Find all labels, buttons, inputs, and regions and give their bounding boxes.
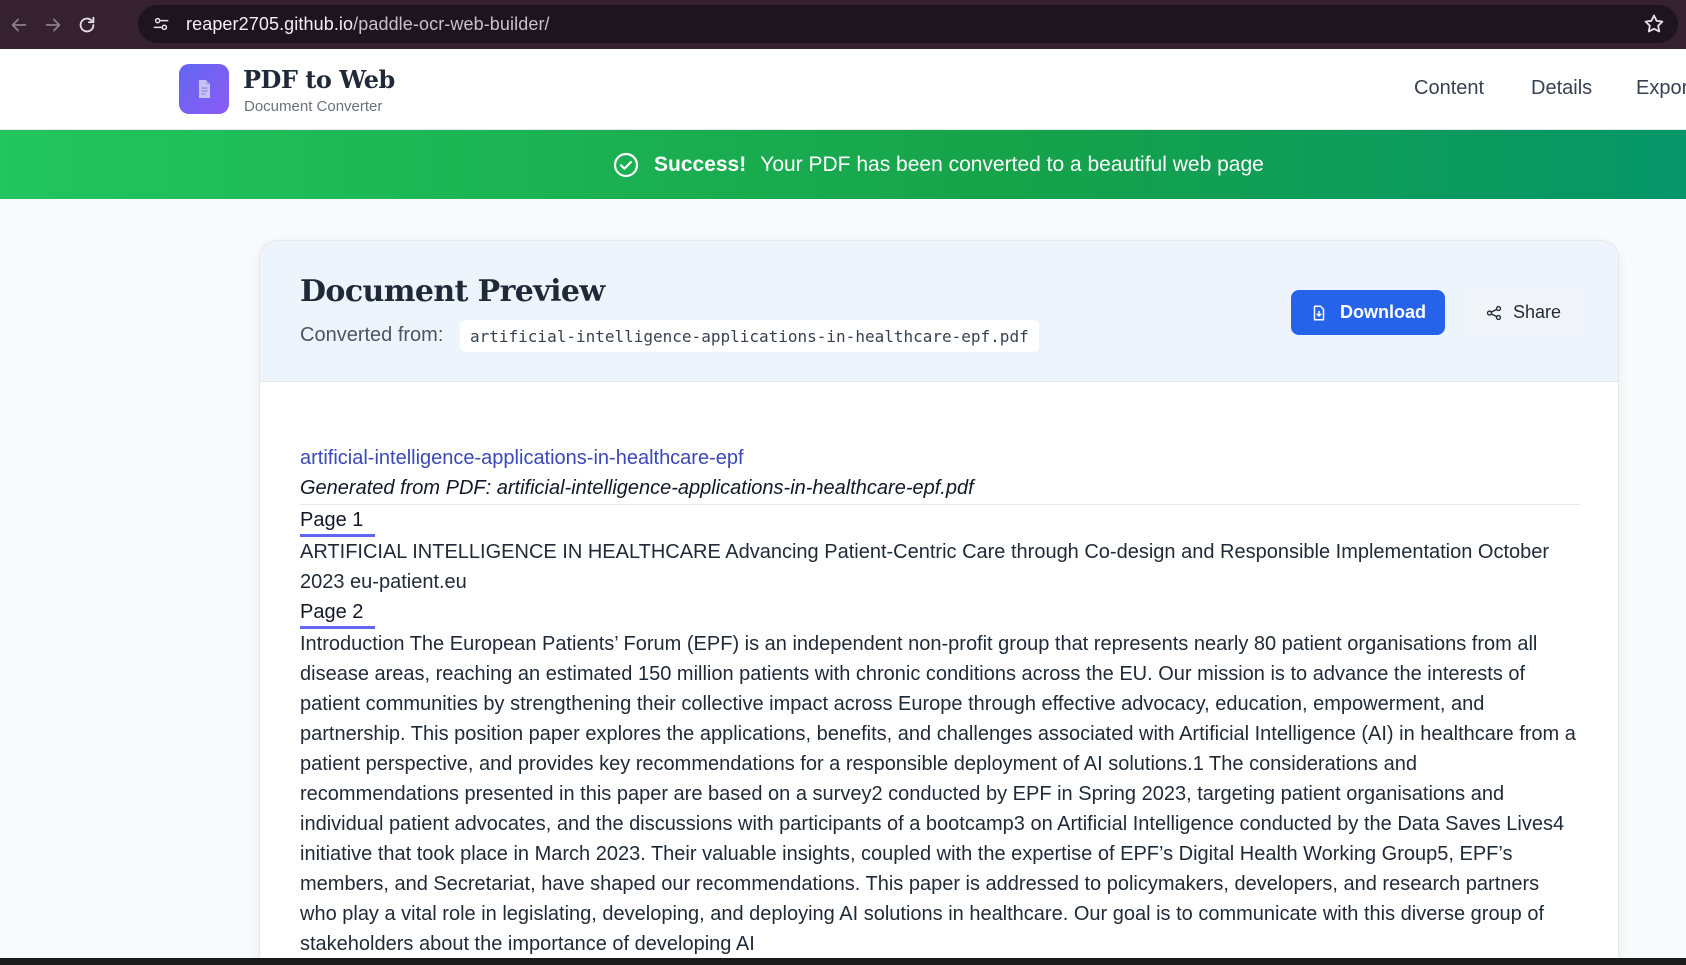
url-host: reaper2705.github.io	[186, 13, 354, 34]
preview-header: Document Preview Converted from: artific…	[260, 241, 1618, 382]
app-header: PDF to Web Document Converter Content De…	[0, 49, 1686, 130]
source-filename: artificial-intelligence-applications-in-…	[460, 320, 1039, 352]
page-heading: Page 2	[300, 599, 376, 629]
reload-button[interactable]	[72, 10, 102, 40]
reload-icon	[79, 16, 95, 32]
url-text: reaper2705.github.io/paddle-ocr-web-buil…	[186, 14, 550, 35]
preview-title: Document Preview	[300, 274, 605, 309]
browser-toolbar: reaper2705.github.io/paddle-ocr-web-buil…	[0, 0, 1686, 49]
share-button[interactable]: Share	[1463, 290, 1583, 335]
arrow-right-icon	[45, 18, 61, 31]
share-label: Share	[1512, 302, 1562, 322]
success-banner: Success! Your PDF has been converted to …	[0, 130, 1686, 199]
download-label: Download	[1340, 302, 1426, 322]
document-icon	[199, 80, 210, 98]
download-button[interactable]: Download	[1291, 290, 1445, 335]
converted-from-label: Converted from:	[300, 324, 444, 346]
success-message: Your PDF has been converted to a beautif…	[760, 152, 1264, 176]
page-text: Introduction The European Patients’ Foru…	[300, 633, 1576, 955]
url-path: /paddle-ocr-web-builder/	[353, 13, 550, 34]
nav-export-link[interactable]: Expor	[1636, 77, 1686, 100]
tune-icon	[153, 17, 169, 31]
page-heading: Page 1	[300, 507, 376, 537]
page-section: Page 2 Introduction The European Patient…	[300, 597, 1580, 959]
logo[interactable]	[179, 64, 229, 114]
success-label: Success!	[654, 152, 747, 176]
brand-subtitle: Document Converter	[244, 98, 383, 115]
page-text: ARTIFICIAL INTELLIGENCE IN HEALTHCARE Ad…	[300, 541, 1550, 593]
share-icon	[1486, 305, 1502, 320]
taskbar	[0, 958, 1686, 965]
site-info-button[interactable]	[148, 11, 174, 37]
document-content: artificial-intelligence-applications-in-…	[300, 443, 1580, 959]
document-title-link[interactable]: artificial-intelligence-applications-in-…	[300, 443, 1580, 473]
success-banner-content: Success! Your PDF has been converted to …	[612, 130, 1264, 199]
arrow-left-icon	[11, 18, 27, 31]
address-bar[interactable]: reaper2705.github.io/paddle-ocr-web-buil…	[138, 5, 1678, 43]
nav-details-link[interactable]: Details	[1531, 77, 1592, 100]
page-section: Page 1 ARTIFICIAL INTELLIGENCE IN HEALTH…	[300, 505, 1580, 597]
generated-from-text: Generated from PDF: artificial-intellige…	[300, 473, 1580, 505]
file-download-icon	[1313, 305, 1325, 320]
back-button[interactable]	[4, 10, 34, 40]
brand-title: PDF to Web	[243, 65, 395, 94]
document-preview-card: Document Preview Converted from: artific…	[259, 240, 1619, 965]
forward-button[interactable]	[38, 10, 68, 40]
star-icon[interactable]	[1642, 12, 1666, 36]
check-circle-icon	[613, 152, 639, 177]
nav-content-link[interactable]: Content	[1414, 77, 1484, 100]
